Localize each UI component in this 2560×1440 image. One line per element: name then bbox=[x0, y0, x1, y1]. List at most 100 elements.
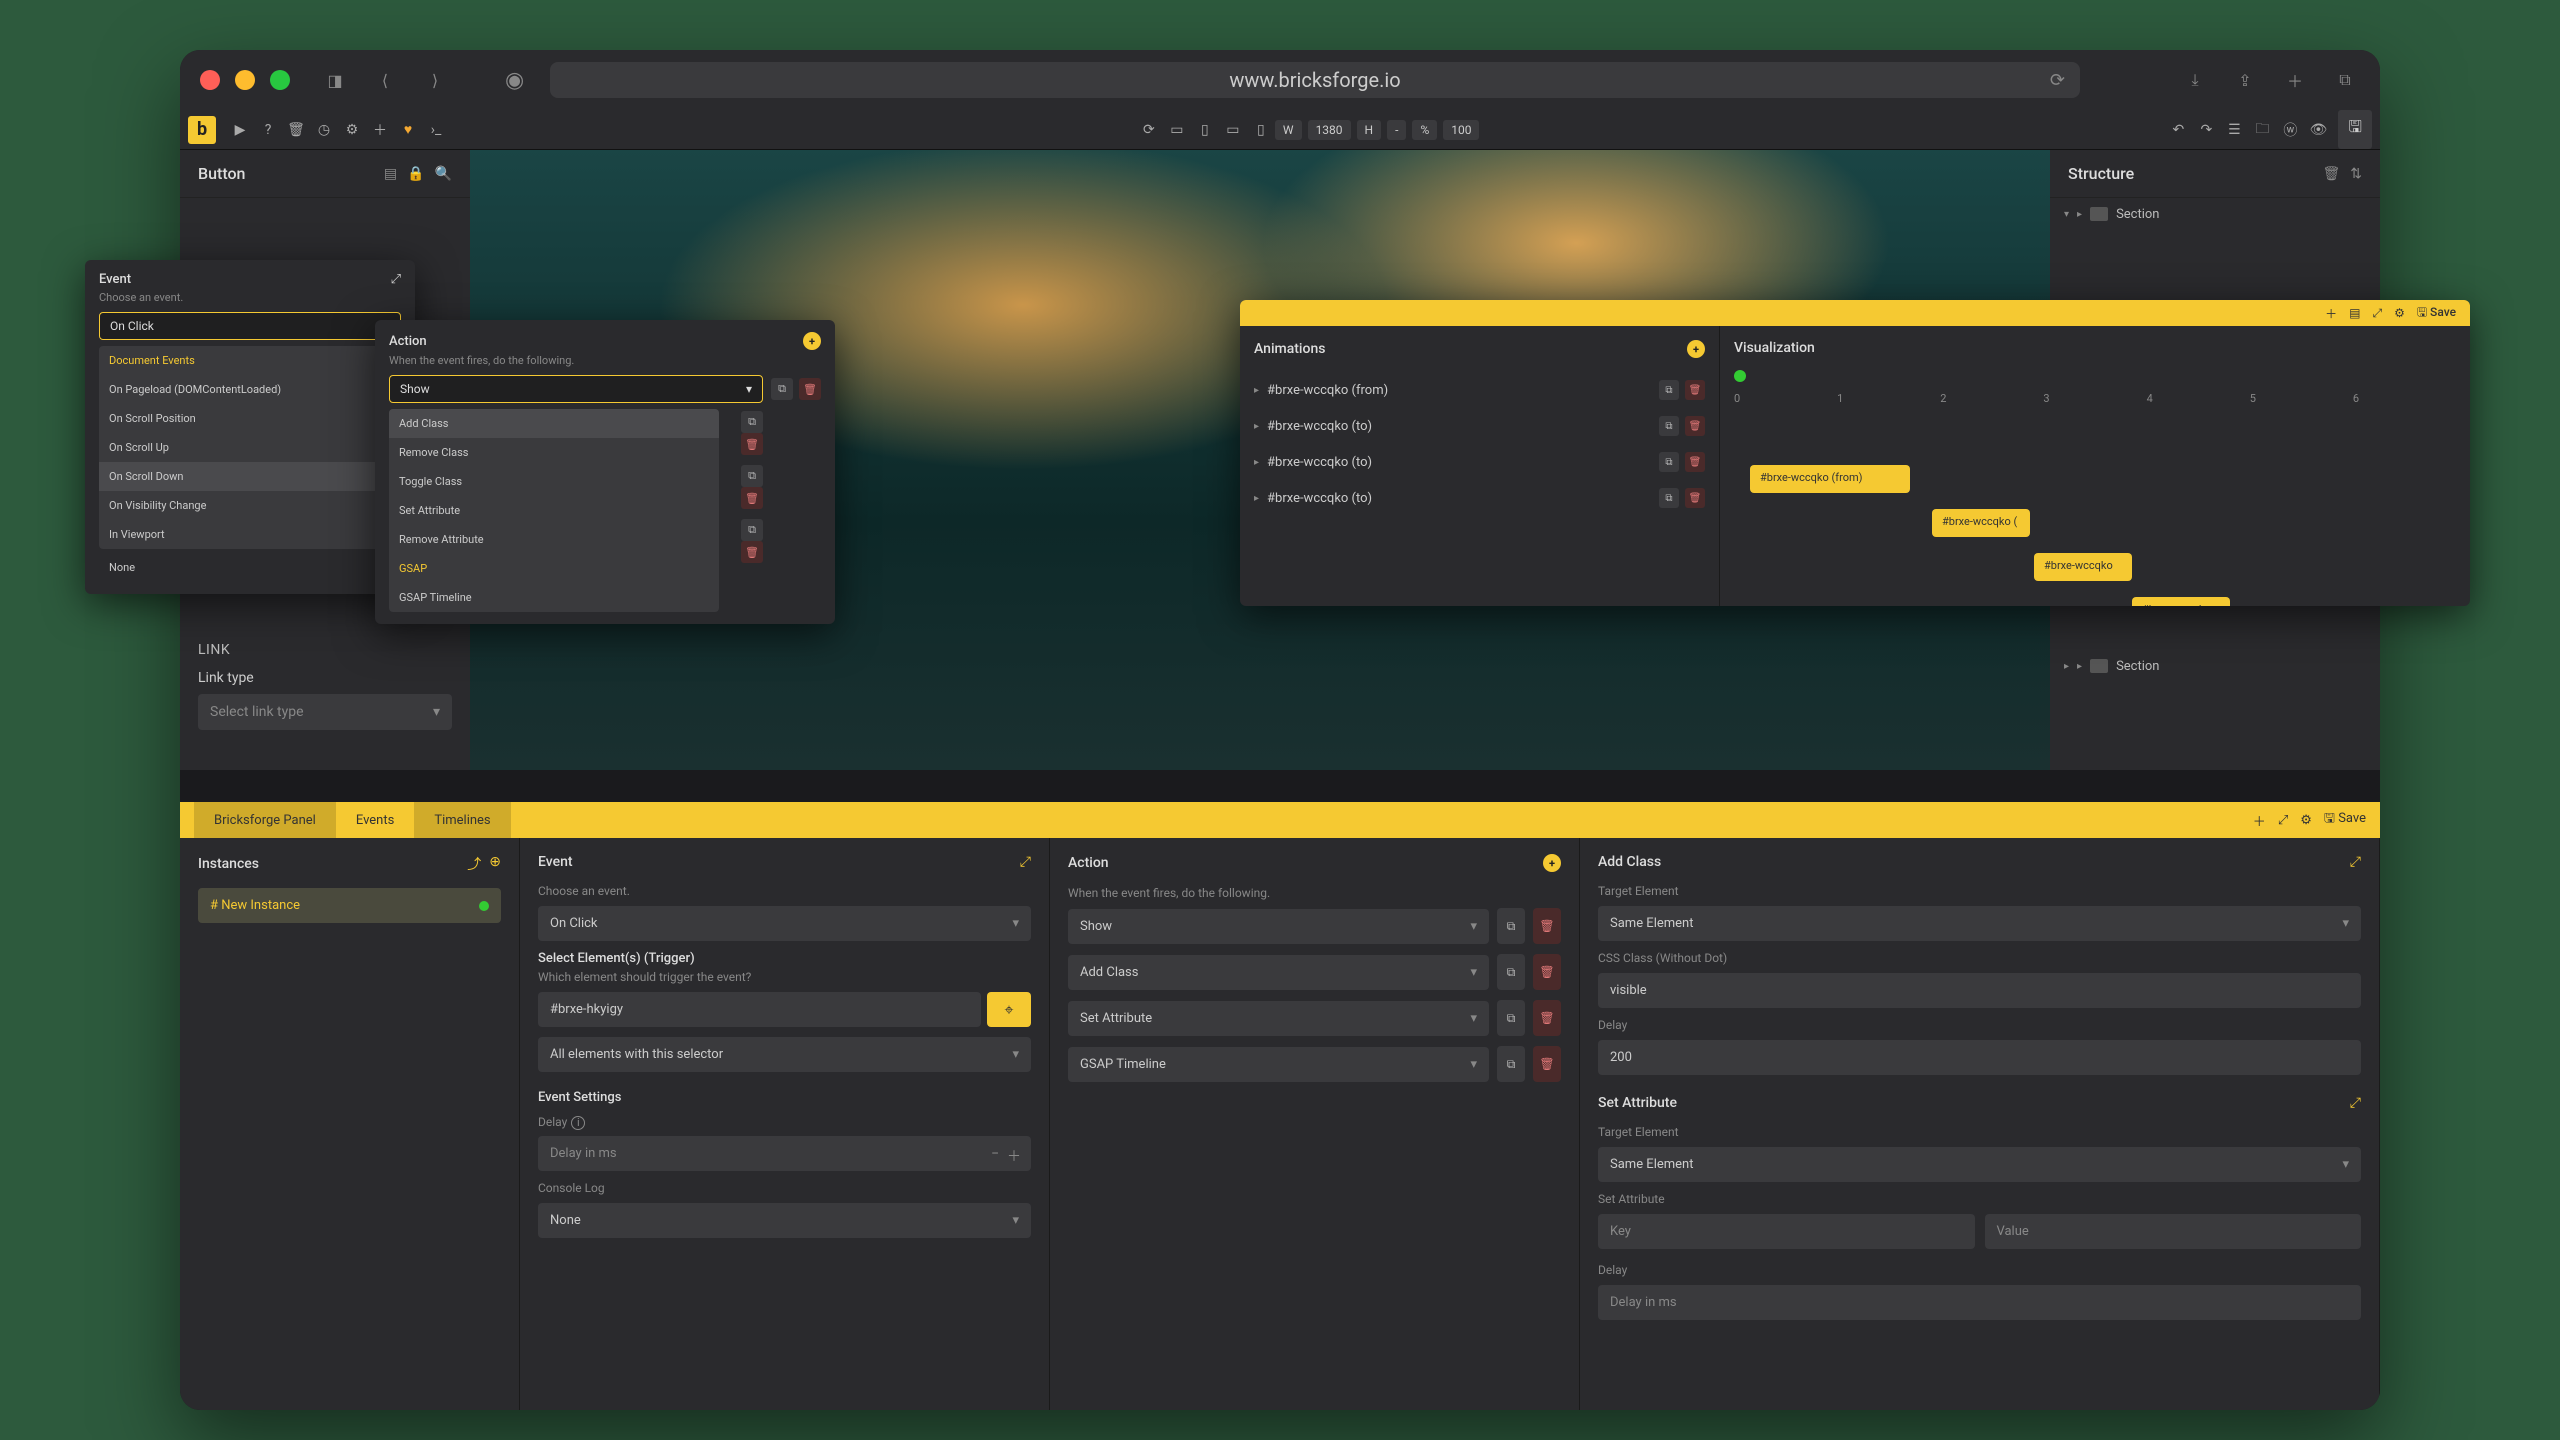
add-icon[interactable]: ＋ bbox=[2253, 811, 2266, 830]
folder-icon[interactable]: 🗀 bbox=[2248, 116, 2276, 144]
timeline[interactable]: 0123456 #brxe-wccqko (from)#brxe-wccqko … bbox=[1734, 370, 2456, 405]
add-animation-button[interactable]: + bbox=[1687, 340, 1705, 358]
attribute-value-input[interactable]: Value bbox=[1985, 1214, 2362, 1249]
list-icon[interactable]: ☰ bbox=[2220, 116, 2248, 144]
action-select[interactable]: Set Attribute bbox=[1068, 1001, 1489, 1036]
width-value[interactable]: 1380 bbox=[1308, 120, 1351, 140]
lock-icon[interactable]: 🔒 bbox=[407, 166, 424, 182]
sidebar-toggle-icon[interactable]: ◨ bbox=[320, 65, 350, 95]
playhead-marker[interactable] bbox=[1734, 370, 1746, 382]
dropdown-item[interactable]: On Visibility Change bbox=[99, 491, 401, 520]
tree-row[interactable]: ▸ ▸ Section bbox=[2050, 650, 2380, 682]
copy-icon[interactable]: ⧉ bbox=[741, 411, 763, 433]
console-log-select[interactable]: None bbox=[538, 1203, 1031, 1238]
add-icon[interactable]: ＋ bbox=[2325, 305, 2337, 322]
tab-timelines[interactable]: Timelines bbox=[414, 802, 510, 838]
copy-icon[interactable]: ⧉ bbox=[1497, 908, 1525, 944]
copy-icon[interactable]: ⧉ bbox=[741, 519, 763, 541]
trash-icon[interactable]: 🗑 bbox=[282, 116, 310, 144]
increment-button[interactable]: ＋ bbox=[1007, 1146, 1021, 1166]
chevron-right-icon[interactable]: ▸ bbox=[2064, 661, 2069, 672]
event-select[interactable]: On Click bbox=[99, 312, 401, 340]
new-tab-icon[interactable]: ＋ bbox=[2280, 65, 2310, 95]
laptop-icon[interactable]: ▭ bbox=[1219, 116, 1247, 144]
action-select[interactable]: Show bbox=[1068, 909, 1489, 944]
css-class-input[interactable]: visible bbox=[1598, 973, 2361, 1008]
animation-row[interactable]: ▸#brxe-wccqko (to)⧉🗑 bbox=[1254, 408, 1705, 444]
instance-item[interactable]: # New Instance bbox=[198, 888, 501, 923]
target-element-select[interactable]: Same Element bbox=[1598, 906, 2361, 941]
privacy-shield-icon[interactable]: ◉ bbox=[505, 68, 524, 93]
dropdown-item[interactable]: In Viewport bbox=[99, 520, 401, 549]
back-icon[interactable]: ⟨ bbox=[370, 65, 400, 95]
timeline-block[interactable]: #brxe-wccqko bbox=[2034, 553, 2132, 581]
forward-icon[interactable]: ⟩ bbox=[420, 65, 450, 95]
delete-icon[interactable]: 🗑 bbox=[741, 541, 763, 563]
copy-icon[interactable]: ⧉ bbox=[741, 465, 763, 487]
delete-icon[interactable]: 🗑 bbox=[1685, 488, 1705, 508]
search-icon[interactable]: 🔍 bbox=[435, 166, 452, 182]
chevron-right-icon[interactable]: ▸ bbox=[1254, 493, 1259, 504]
target-element-select[interactable]: Same Element bbox=[1598, 1147, 2361, 1182]
delete-icon[interactable]: 🗑 bbox=[1533, 954, 1561, 990]
action-select[interactable]: Show bbox=[389, 375, 763, 403]
gear-icon[interactable]: ⚙ bbox=[338, 116, 366, 144]
dropdown-item[interactable]: On Scroll Position bbox=[99, 404, 401, 433]
animation-row[interactable]: ▸#brxe-wccqko (from)⧉🗑 bbox=[1254, 372, 1705, 408]
copy-icon[interactable]: ⧉ bbox=[1497, 1000, 1525, 1036]
wordpress-icon[interactable]: ⓦ bbox=[2276, 116, 2304, 144]
add-action-button[interactable]: + bbox=[803, 332, 821, 350]
trigger-scope-select[interactable]: All elements with this selector bbox=[538, 1037, 1031, 1072]
dropdown-item-none[interactable]: None bbox=[99, 553, 401, 582]
refresh-icon[interactable]: ⟳ bbox=[1135, 116, 1163, 144]
timeline-block[interactable]: #brxe-wccqko bbox=[2132, 597, 2230, 606]
tab-bricksforge[interactable]: Bricksforge Panel bbox=[194, 802, 336, 838]
dropdown-item[interactable]: On Scroll Up bbox=[99, 433, 401, 462]
animation-row[interactable]: ▸#brxe-wccqko (to)⧉🗑 bbox=[1254, 444, 1705, 480]
delay-input[interactable]: 200 bbox=[1598, 1040, 2361, 1075]
redo-icon[interactable]: ↷ bbox=[2192, 116, 2220, 144]
copy-icon[interactable]: ⧉ bbox=[1497, 1046, 1525, 1082]
chevron-right-icon[interactable]: ▸ bbox=[1254, 385, 1259, 396]
action-select[interactable]: Add Class bbox=[1068, 955, 1489, 990]
brand-badge[interactable]: b bbox=[188, 116, 216, 144]
collapse-icon[interactable]: ⤢ bbox=[391, 272, 401, 287]
plus-icon[interactable]: ＋ bbox=[366, 116, 394, 144]
dropdown-item[interactable]: GSAP Timeline bbox=[389, 583, 719, 612]
undo-icon[interactable]: ↶ bbox=[2164, 116, 2192, 144]
event-select[interactable]: On Click bbox=[538, 906, 1031, 941]
collapse-icon[interactable]: ⤢ bbox=[2372, 306, 2382, 321]
delay-input[interactable]: Delay in ms −＋ bbox=[538, 1136, 1031, 1171]
minimize-window-button[interactable] bbox=[235, 70, 255, 90]
save-icon[interactable]: 🖫 bbox=[2338, 110, 2372, 149]
save-button[interactable]: 🖫 Save bbox=[2324, 809, 2366, 831]
help-icon[interactable]: ? bbox=[254, 116, 282, 144]
expand-icon[interactable]: ⇅ bbox=[2350, 166, 2362, 182]
delete-icon[interactable]: 🗑 bbox=[799, 378, 821, 400]
copy-icon[interactable]: ⧉ bbox=[1659, 452, 1679, 472]
chevron-right-icon[interactable]: ▸ bbox=[1254, 421, 1259, 432]
action-select[interactable]: GSAP Timeline bbox=[1068, 1047, 1489, 1082]
close-window-button[interactable] bbox=[200, 70, 220, 90]
download-icon[interactable]: ⤓ bbox=[2180, 65, 2210, 95]
mobile-icon[interactable]: ▯ bbox=[1247, 116, 1275, 144]
dropdown-item[interactable]: Add Class bbox=[389, 409, 719, 438]
copy-icon[interactable]: ⧉ bbox=[771, 378, 793, 400]
collapse-icon[interactable]: ⤢ bbox=[2278, 813, 2288, 828]
timeline-block[interactable]: #brxe-wccqko (from) bbox=[1750, 465, 1910, 493]
dropdown-item[interactable]: Remove Attribute bbox=[389, 525, 719, 554]
tab-events[interactable]: Events bbox=[336, 802, 414, 838]
play-icon[interactable]: ▶ bbox=[226, 116, 254, 144]
trash-icon[interactable]: 🗑 bbox=[2322, 166, 2340, 182]
delete-icon[interactable]: 🗑 bbox=[1685, 452, 1705, 472]
chevron-down-icon[interactable]: ▾ bbox=[2064, 209, 2069, 220]
copy-icon[interactable]: ⧉ bbox=[1659, 416, 1679, 436]
delete-icon[interactable]: 🗑 bbox=[1533, 1000, 1561, 1036]
preview-icon[interactable]: 👁 bbox=[2304, 116, 2332, 144]
url-bar[interactable]: ◉ www.bricksforge.io ⟳ bbox=[550, 62, 2080, 98]
collapse-icon[interactable]: ⤢ bbox=[2350, 854, 2361, 870]
chevron-right-icon[interactable]: ▸ bbox=[2077, 209, 2082, 220]
add-instance-button[interactable]: ⊕ bbox=[489, 854, 501, 874]
info-icon[interactable]: i bbox=[571, 1116, 585, 1130]
decrement-button[interactable]: − bbox=[991, 1146, 999, 1166]
